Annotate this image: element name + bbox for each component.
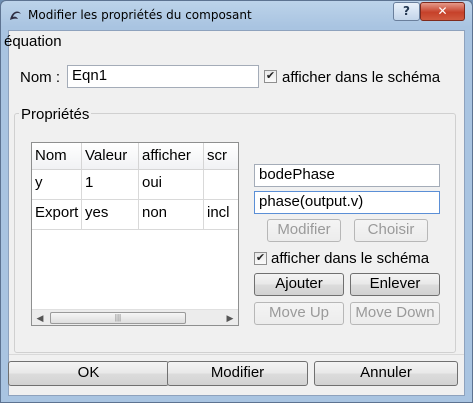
title-bar[interactable]: Modifier les propriétés du composant ? ✕ [1, 1, 472, 29]
table-horizontal-scrollbar[interactable]: ◀ ||| ▶ [32, 309, 238, 325]
choose-button[interactable]: Choisir [354, 219, 428, 242]
scrollbar-thumb[interactable]: ||| [50, 312, 186, 324]
close-button[interactable]: ✕ [420, 2, 465, 21]
component-name-input[interactable]: Eqn1 [67, 65, 259, 88]
column-header-description[interactable]: scr [204, 143, 238, 170]
show-name-checkbox[interactable]: ✔ [264, 70, 277, 83]
checkmark-icon: ✔ [255, 252, 266, 264]
scrollbar-grip: ||| [114, 313, 122, 322]
column-header-value[interactable]: Valeur [82, 143, 139, 170]
add-property-button[interactable]: Ajouter [254, 273, 344, 296]
scroll-right-arrow-icon[interactable]: ▶ [222, 310, 238, 325]
table-row-2-description[interactable]: incl [204, 200, 238, 230]
move-down-button[interactable]: Move Down [350, 302, 440, 325]
show-property-label: afficher dans le schéma [271, 250, 430, 267]
table-row-1-description[interactable] [204, 170, 238, 200]
app-logo-icon [10, 11, 21, 20]
cancel-button[interactable]: Annuler [314, 361, 458, 386]
help-button[interactable]: ? [393, 2, 420, 21]
dialog-window: Modifier les propriétés du composant ? ✕… [0, 0, 473, 403]
footer-divider [9, 354, 464, 355]
name-label: Nom : [20, 69, 61, 86]
modify-property-button[interactable]: Modifier [267, 219, 341, 242]
checkmark-icon: ✔ [265, 70, 276, 82]
table-row-2-value[interactable]: yes [82, 200, 139, 230]
table-row-1-display[interactable]: oui [139, 170, 204, 200]
table-row-1-name[interactable]: y [32, 170, 82, 200]
show-name-label: afficher dans le schéma [282, 69, 441, 86]
component-type-label: équation [4, 33, 62, 50]
ok-button[interactable]: OK [8, 361, 169, 386]
table-row-2-display[interactable]: non [139, 200, 204, 230]
property-name-input[interactable]: bodePhase [254, 164, 440, 187]
table-row-1-value[interactable]: 1 [82, 170, 139, 200]
properties-table[interactable]: Nom Valeur afficher scr y 1 oui Export y… [31, 142, 239, 326]
apply-button[interactable]: Modifier [167, 361, 308, 386]
scroll-left-arrow-icon[interactable]: ◀ [32, 310, 48, 325]
show-property-checkbox[interactable]: ✔ [254, 252, 267, 265]
window-title: Modifier les propriétés du composant [28, 8, 252, 22]
column-header-display[interactable]: afficher [139, 143, 204, 170]
properties-group-title: Propriétés [19, 106, 92, 123]
move-up-button[interactable]: Move Up [254, 302, 344, 325]
dialog-client-area: équation Nom : Eqn1 ✔ afficher dans le s… [4, 30, 465, 396]
table-row-2-name[interactable]: Export [32, 200, 82, 230]
column-header-name[interactable]: Nom [32, 143, 82, 170]
remove-property-button[interactable]: Enlever [350, 273, 440, 296]
property-value-input[interactable]: phase(output.v) [254, 191, 440, 214]
